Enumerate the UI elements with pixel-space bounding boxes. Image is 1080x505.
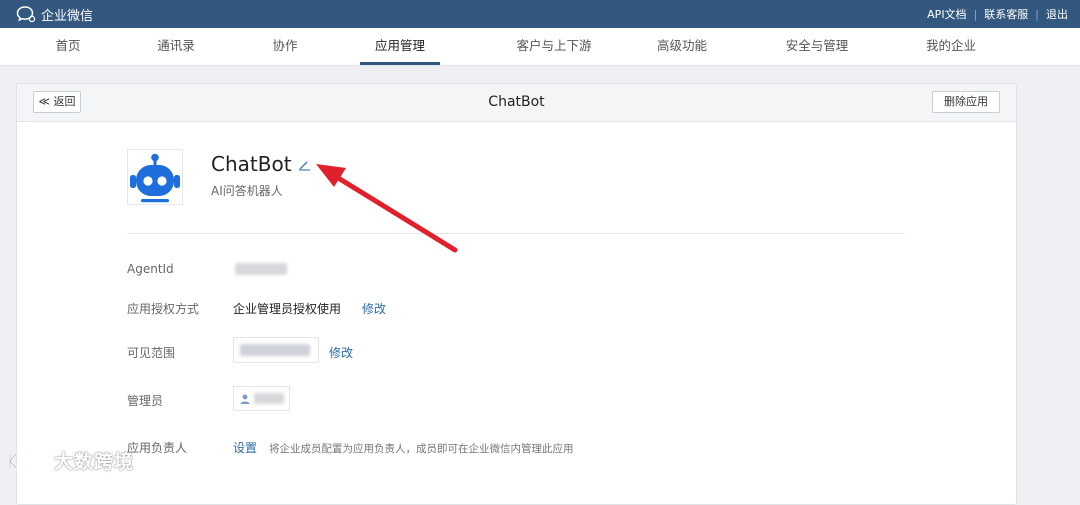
app-icon[interactable]: [127, 149, 183, 205]
auth-method-label: 应用授权方式: [127, 302, 200, 316]
nav-home[interactable]: 首页: [40, 28, 96, 65]
visible-scope-label: 可见范围: [127, 346, 176, 360]
nav-security[interactable]: 安全与管理: [774, 28, 860, 65]
agentid-value-redacted: [235, 263, 287, 275]
logo[interactable]: 企业微信: [16, 4, 93, 24]
robot-icon: [130, 153, 180, 203]
logout-link[interactable]: 退出: [1046, 6, 1068, 22]
admin-label: 管理员: [127, 394, 164, 408]
auth-edit-link[interactable]: 修改: [362, 300, 386, 317]
owner-set-link[interactable]: 设置: [233, 439, 257, 456]
watermark-text: 大数跨境: [54, 451, 135, 473]
main-nav: 首页 通讯录 协作 应用管理 客户与上下游 高级功能 安全与管理 我的企业: [0, 28, 1080, 66]
app-detail-panel: ChatBot ≪ 返回 删除应用 ChatBot AI问答机器人 AgentI…: [16, 83, 1017, 505]
divider: [127, 233, 905, 234]
panel-header: ChatBot ≪ 返回 删除应用: [17, 84, 1016, 122]
back-button[interactable]: ≪ 返回: [33, 91, 81, 113]
app-name: ChatBot: [211, 152, 292, 176]
nav-contacts[interactable]: 通讯录: [140, 28, 212, 65]
nav-advanced[interactable]: 高级功能: [645, 28, 719, 65]
visible-scope-edit-link[interactable]: 修改: [329, 344, 353, 361]
wecom-logo-icon: [16, 6, 36, 23]
edit-name-icon[interactable]: [298, 159, 312, 174]
visible-scope-redacted: [240, 344, 310, 356]
separator: |: [1035, 7, 1039, 21]
app-description: AI问答机器人: [211, 184, 283, 198]
api-docs-link[interactable]: API文档: [927, 6, 966, 22]
auth-method-value: 企业管理员授权使用: [233, 302, 342, 316]
nav-my-company[interactable]: 我的企业: [914, 28, 988, 65]
separator: |: [973, 7, 978, 21]
nav-customers[interactable]: 客户与上下游: [493, 28, 615, 65]
top-links: API文档 | 联系客服 | 退出: [927, 6, 1068, 22]
panel-title: ChatBot: [488, 94, 545, 110]
admin-tag[interactable]: [233, 386, 290, 411]
nav-collaboration[interactable]: 协作: [256, 28, 314, 65]
contact-support-link[interactable]: 联系客服: [984, 6, 1028, 22]
owner-label: 应用负责人: [127, 441, 188, 455]
watermark-logo-icon: [8, 451, 43, 469]
visible-scope-tag[interactable]: [233, 337, 319, 363]
user-icon: [240, 394, 250, 404]
logo-text: 企业微信: [41, 8, 94, 24]
nav-app-management[interactable]: 应用管理: [360, 28, 440, 65]
agentid-label: AgentId: [127, 262, 174, 276]
top-bar: 企业微信 API文档 | 联系客服 | 退出: [0, 0, 1080, 28]
admin-name-redacted: [254, 393, 284, 404]
owner-hint: 将企业成员配置为应用负责人，成员即可在企业微信内管理此应用: [269, 443, 574, 455]
delete-app-button[interactable]: 删除应用: [932, 91, 1000, 113]
watermark: 大数跨境: [6, 447, 134, 474]
